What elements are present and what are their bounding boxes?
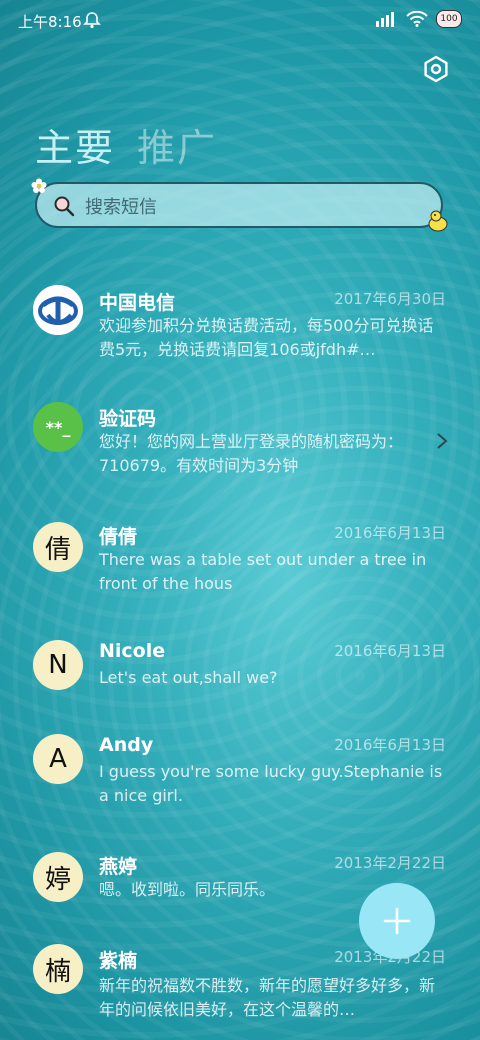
alarm-bell-icon <box>83 12 101 29</box>
contact-name: 倩倩 <box>99 526 138 548</box>
status-bar: 上午8:16 100 <box>0 0 480 40</box>
contact-name: 验证码 <box>99 408 157 430</box>
tab-promotions[interactable]: 推广 <box>137 117 217 172</box>
contact-name: Andy <box>99 734 154 756</box>
settings-gear-icon[interactable] <box>422 55 450 83</box>
search-icon <box>54 196 75 217</box>
search-input[interactable]: 搜索短信 <box>85 193 157 219</box>
message-preview: 您好！您的网上营业厅登录的随机密码为：710679。有效时间为3分钟 <box>99 432 404 475</box>
contact-avatar: 婷 <box>33 852 83 902</box>
china-telecom-logo-icon <box>33 285 83 335</box>
contact-name: Nicole <box>99 640 166 662</box>
search-bar[interactable]: 搜索短信 <box>31 178 448 232</box>
message-preview: There was a table set out under a tree i… <box>99 550 427 593</box>
contact-name: 中国电信 <box>99 292 176 314</box>
verification-avatar: **_ <box>33 402 83 452</box>
status-icons: 100 <box>376 10 462 28</box>
message-preview: I guess you're some lucky guy.Stephanie … <box>99 762 443 805</box>
telecom-logo-avatar <box>33 285 83 335</box>
tab-bar: 主要 推广 <box>35 117 217 172</box>
message-preview: 新年的祝福数不胜数，新年的愿望好多好多，新年的问候依旧美好，在这个温馨的… <box>99 976 436 1019</box>
battery-indicator: 100 <box>436 10 462 28</box>
message-date: 2017年6月30日 <box>334 290 446 308</box>
status-time: 上午8:16 <box>18 13 82 31</box>
contact-avatar: 倩 <box>33 522 83 572</box>
contact-avatar: 楠 <box>33 944 83 994</box>
chevron-right-icon[interactable] <box>436 432 448 450</box>
signal-icon <box>376 12 394 27</box>
contact-avatar: N <box>33 640 83 690</box>
compose-button[interactable] <box>359 883 435 959</box>
tab-main[interactable]: 主要 <box>35 117 115 172</box>
message-date: 2016年6月13日 <box>334 736 446 754</box>
wifi-icon <box>406 11 428 27</box>
message-preview: 欢迎参加积分兑换话费活动，每500分可兑换话费5元，兑换话费请回复106或jfd… <box>99 316 434 359</box>
message-date: 2016年6月13日 <box>334 524 446 542</box>
contact-name: 燕婷 <box>99 856 138 878</box>
message-preview: Let's eat out,shall we? <box>99 668 278 687</box>
message-date: 2016年6月13日 <box>334 642 446 660</box>
contact-avatar: A <box>33 734 83 784</box>
duck-decoration-icon <box>428 210 448 232</box>
flower-decoration-icon <box>31 178 47 193</box>
contact-name: 紫楠 <box>99 950 138 972</box>
battery-level: 100 <box>440 14 458 24</box>
plus-icon <box>383 907 411 935</box>
message-date: 2013年2月22日 <box>334 854 446 872</box>
